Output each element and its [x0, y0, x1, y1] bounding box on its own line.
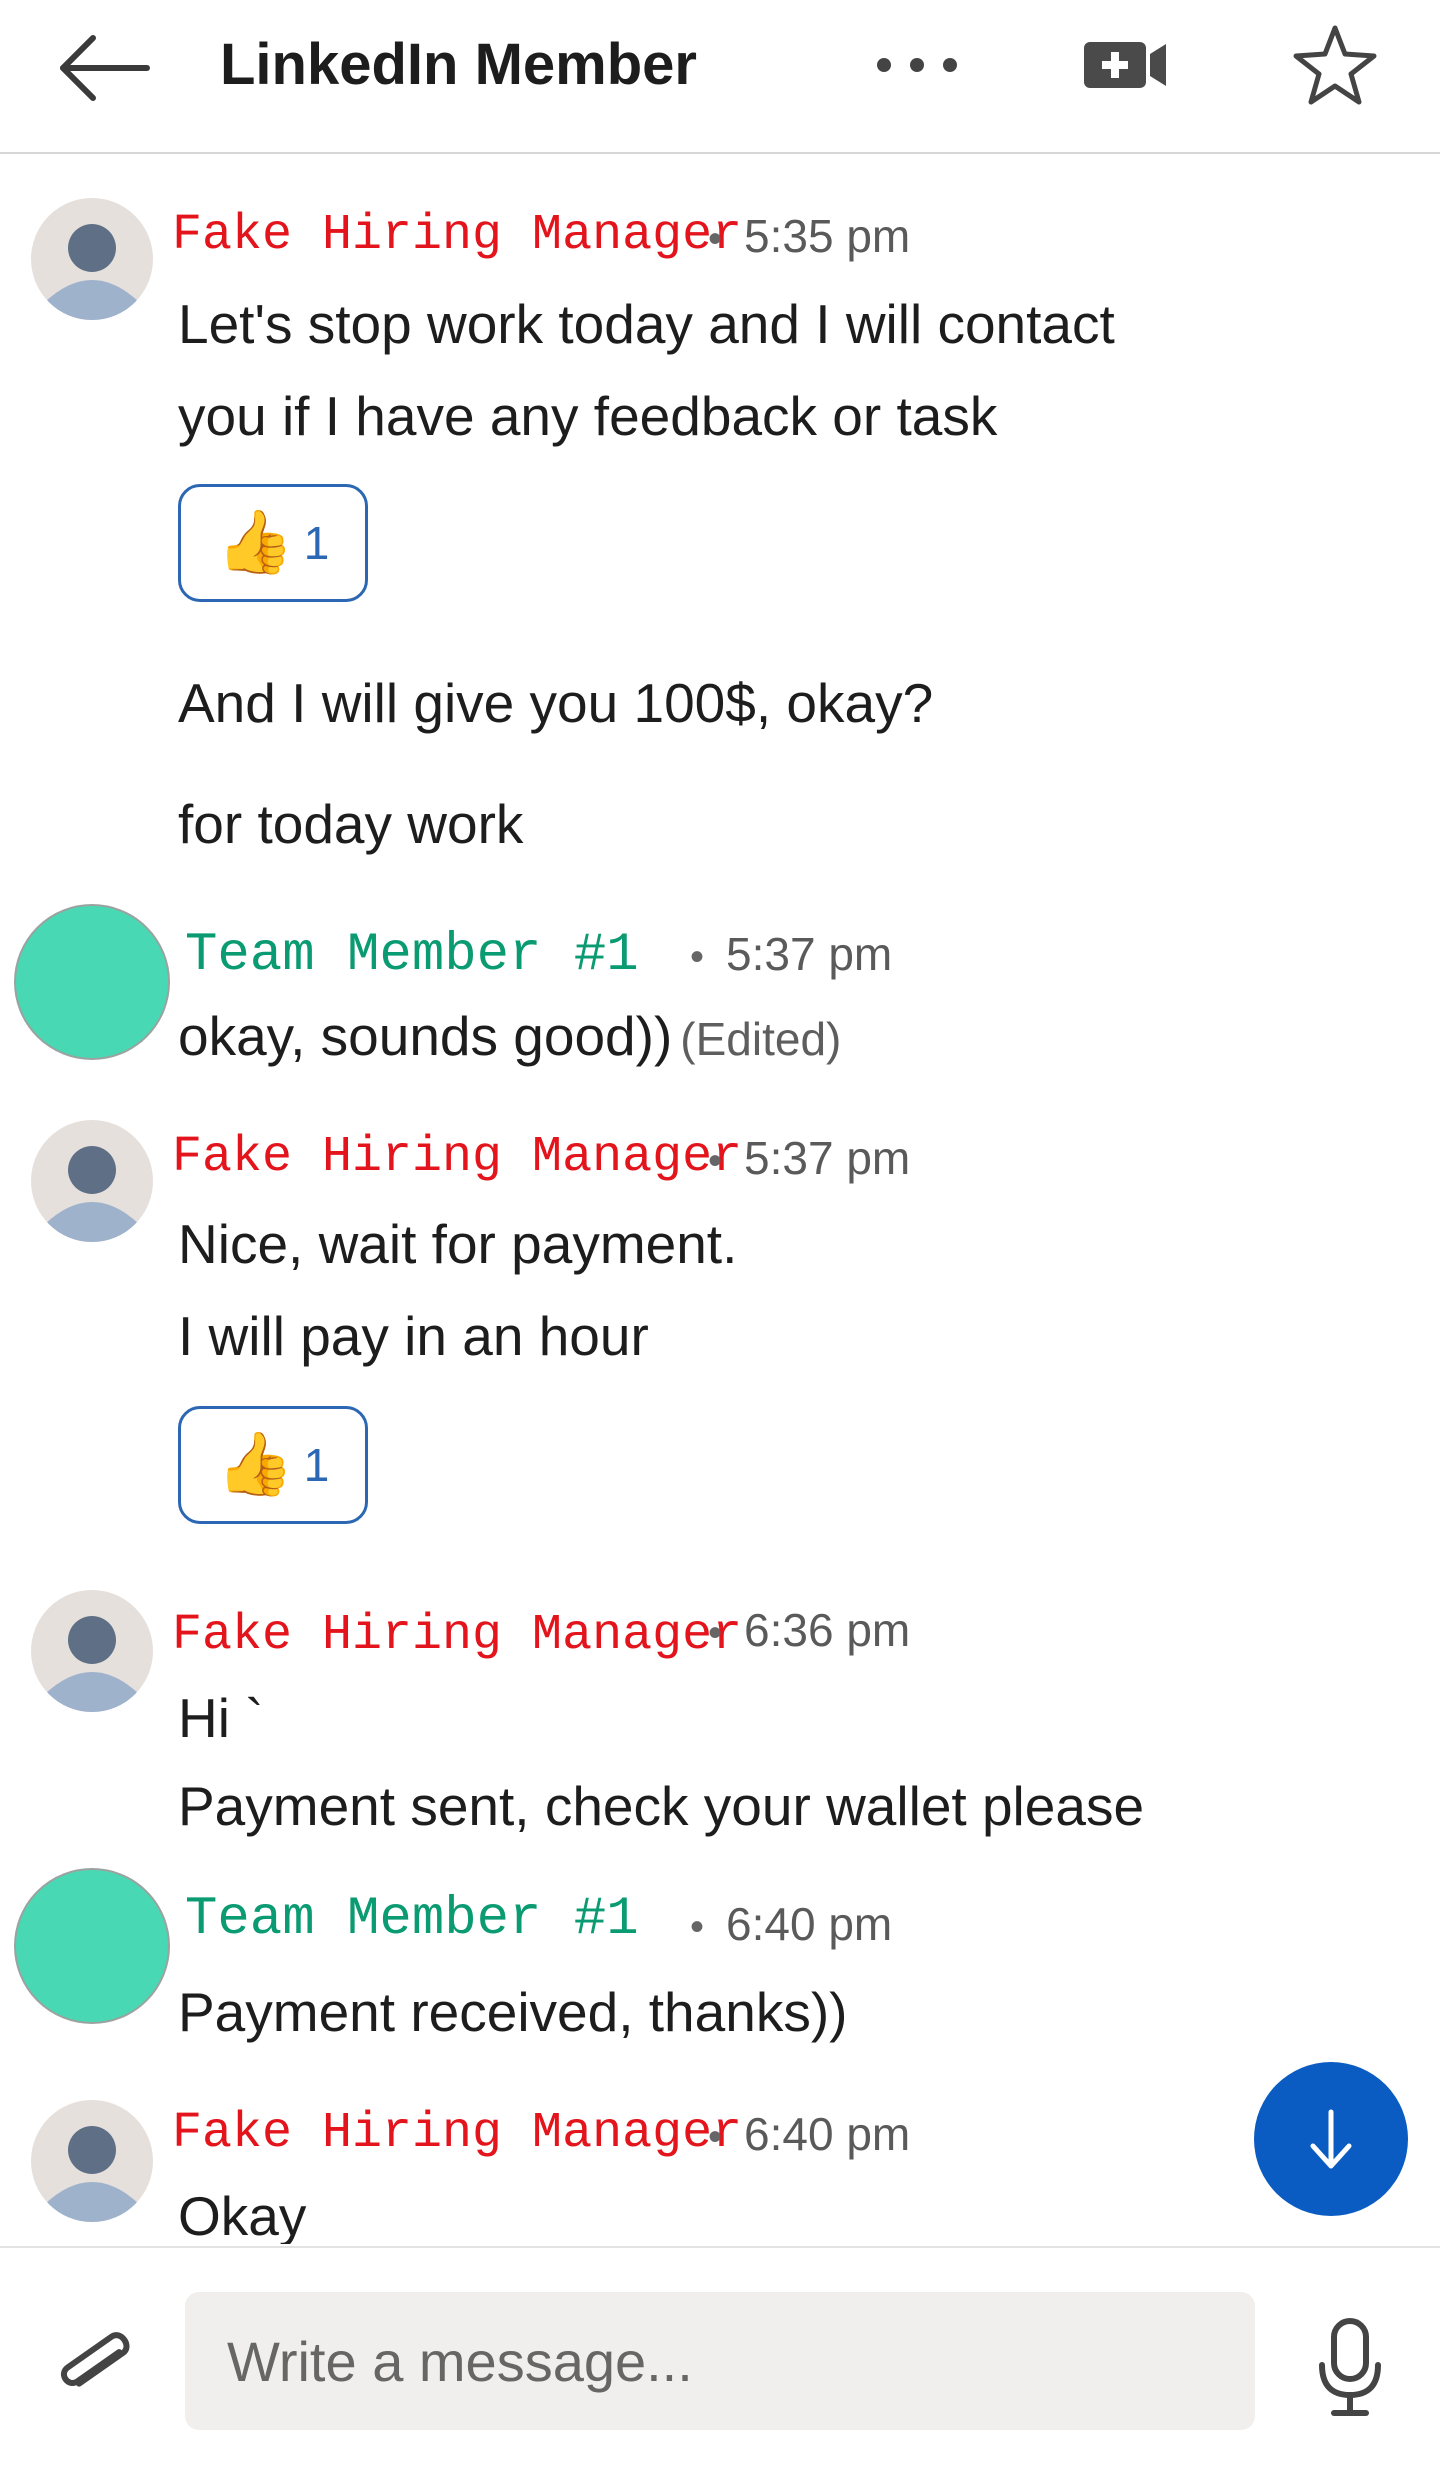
message-timestamp: • 5:35 pm	[708, 210, 911, 262]
conversation-header: LinkedIn Member	[0, 0, 1440, 154]
microphone-icon	[1319, 2318, 1381, 2416]
message-text: Hi `	[178, 1687, 264, 1749]
message-text: for today work	[178, 793, 524, 855]
default-person-icon	[45, 2126, 139, 2222]
edited-label: (Edited)	[680, 1013, 842, 1065]
message-text: okay, sounds good)) (Edited)	[178, 990, 841, 1085]
reaction-like[interactable]: 👍 1	[178, 484, 368, 602]
star-outline-icon	[1293, 25, 1377, 105]
sender-name[interactable]: Team Member #1	[185, 924, 639, 988]
back-button[interactable]	[55, 28, 155, 108]
video-call-button[interactable]	[1080, 30, 1170, 100]
arrow-left-icon	[60, 35, 150, 101]
message-timestamp: • 5:37 pm	[690, 928, 893, 980]
star-button[interactable]	[1290, 20, 1380, 110]
message-timestamp: • 5:37 pm	[708, 1132, 911, 1184]
message-input[interactable]	[185, 2292, 1255, 2430]
message-text: Okay	[178, 2185, 307, 2244]
reaction-count: 1	[303, 1439, 330, 1491]
voice-message-button[interactable]	[1310, 2313, 1390, 2423]
avatar[interactable]	[31, 2100, 153, 2222]
message-timestamp: • 6:40 pm	[708, 2108, 911, 2160]
paperclip-icon	[61, 2332, 130, 2387]
conversation-title[interactable]: LinkedIn Member	[220, 30, 697, 100]
message-timestamp: • 6:40 pm	[690, 1898, 893, 1950]
message-text: you if I have any feedback or task	[178, 385, 998, 447]
message-text-body: okay, sounds good))	[178, 1005, 673, 1067]
thumbs-up-icon: 👍	[216, 508, 294, 577]
more-options-button[interactable]	[872, 30, 962, 100]
attach-button[interactable]	[44, 2318, 144, 2418]
sender-name[interactable]: Fake Hiring Manager	[172, 206, 742, 266]
message-thread[interactable]: Fake Hiring Manager • 5:35 pm Let's stop …	[0, 154, 1440, 2244]
message-text: Nice, wait for payment.	[178, 1213, 738, 1275]
default-person-icon	[45, 224, 139, 320]
sender-name[interactable]: Team Member #1	[185, 1888, 639, 1952]
message-text: And I will give you 100$, okay?	[178, 672, 934, 734]
reaction-like[interactable]: 👍 1	[178, 1406, 368, 1524]
avatar[interactable]	[31, 198, 153, 320]
thumbs-up-icon: 👍	[216, 1430, 294, 1499]
scroll-to-bottom-button[interactable]	[1254, 2062, 1408, 2216]
avatar[interactable]	[31, 1120, 153, 1242]
sender-name[interactable]: Fake Hiring Manager	[172, 1606, 742, 1666]
arrow-down-icon	[1310, 2109, 1352, 2169]
message-text: Payment received, thanks))	[178, 1981, 848, 2043]
sender-name[interactable]: Fake Hiring Manager	[172, 2104, 742, 2164]
video-add-icon	[1084, 42, 1166, 88]
sender-name[interactable]: Fake Hiring Manager	[172, 1128, 742, 1188]
message-text: Payment sent, check your wallet please	[178, 1775, 1145, 1837]
message-timestamp: • 6:36 pm	[708, 1604, 911, 1656]
default-person-icon	[45, 1146, 139, 1242]
message-text: I will pay in an hour	[178, 1305, 649, 1367]
reaction-count: 1	[303, 517, 330, 569]
ellipsis-icon	[877, 58, 957, 72]
default-person-icon	[45, 1616, 139, 1712]
message-text: Let's stop work today and I will contact	[178, 293, 1115, 355]
avatar[interactable]	[31, 1590, 153, 1712]
avatar[interactable]	[14, 1868, 170, 2024]
message-composer	[0, 2246, 1440, 2468]
avatar[interactable]	[14, 904, 170, 1060]
